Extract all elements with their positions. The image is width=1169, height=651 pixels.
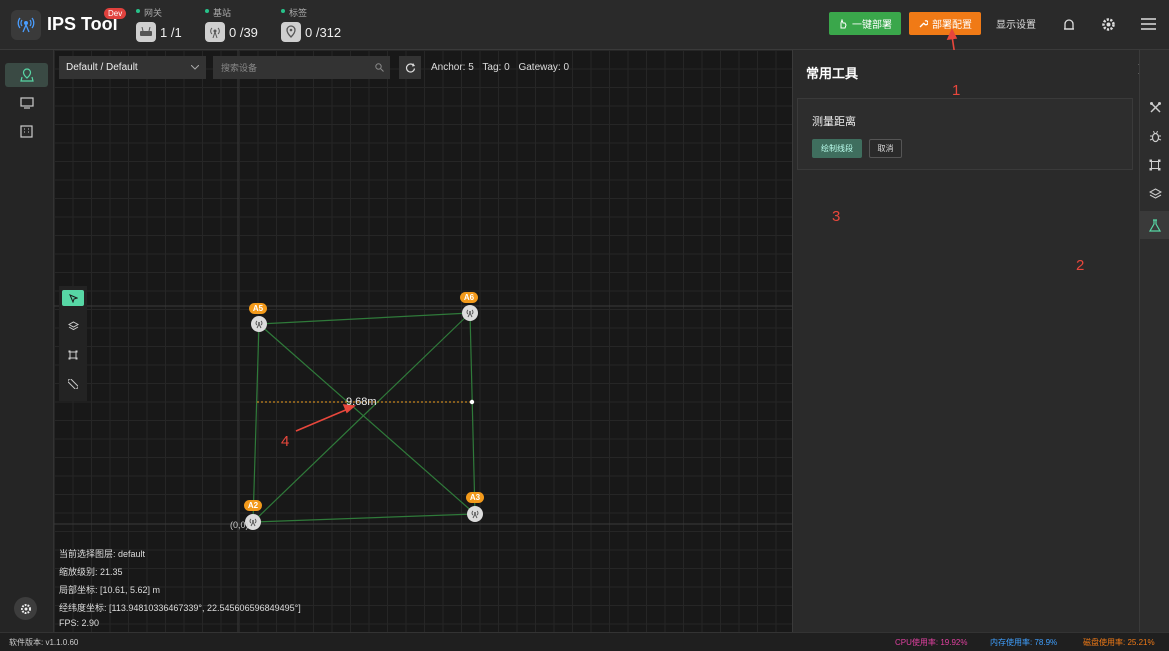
- status-bar: 软件版本: v1.1.0.60 CPU使用率: 19.92% 内存使用率: 78…: [0, 632, 1169, 651]
- anchor-links: [252, 312, 476, 523]
- tab-layers[interactable]: [1147, 186, 1163, 202]
- layers-icon: [1148, 188, 1162, 199]
- info-geo-coords: 经纬度坐标: [113.94810336467339°, 22.54560659…: [59, 603, 301, 613]
- anchor-badge-a2: A2: [244, 500, 262, 511]
- cursor-icon: [68, 293, 78, 303]
- refresh-icon: [405, 63, 415, 73]
- tab-debug[interactable]: [1147, 128, 1163, 144]
- info-fps: FPS: 2.90: [59, 618, 100, 628]
- anchor-badge-a3: A3: [466, 492, 484, 503]
- refresh-button[interactable]: [399, 56, 421, 79]
- annotation-3: 3: [832, 208, 841, 225]
- tools-icon: [1149, 101, 1161, 113]
- tab-lab[interactable]: [1147, 217, 1163, 233]
- measure-distance-card: [797, 98, 1133, 170]
- info-zoom: 缩放级别: 21.35: [59, 567, 123, 577]
- measure-card-title: 测量距离: [812, 116, 856, 128]
- anchor-count: Anchor: 5: [431, 62, 474, 73]
- layer-select-value: Default / Default: [66, 62, 138, 73]
- annotation-2: 2: [1076, 257, 1085, 274]
- ruler-tool[interactable]: [62, 376, 84, 392]
- measure-endpoint: [469, 399, 475, 405]
- anchor-a5-icon[interactable]: [251, 316, 267, 332]
- origin-label: (0,0): [230, 520, 249, 530]
- info-layer: 当前选择图层: default: [59, 549, 146, 559]
- ruler-icon: [68, 379, 78, 389]
- device-search-placeholder: 搜索设备: [221, 63, 258, 73]
- measure-distance-label: 9.68m: [346, 396, 377, 408]
- tag-count: Tag: 0: [482, 62, 510, 73]
- disk-usage: 磁盘使用率: 25.21%: [1083, 638, 1155, 647]
- frame-icon: [68, 350, 78, 360]
- memory-usage: 内存使用率: 78.9%: [990, 638, 1058, 647]
- gateway-count: Gateway: 0: [518, 62, 570, 73]
- select-tool[interactable]: [62, 290, 84, 306]
- layers-icon: [67, 321, 79, 331]
- frame-icon: [1149, 159, 1161, 171]
- tab-tools[interactable]: [1147, 99, 1163, 115]
- map-floating-tools: [59, 286, 87, 401]
- device-counts: Anchor: 5 Tag: 0 Gateway: 0: [431, 62, 575, 73]
- chevron-down-icon: [191, 65, 199, 70]
- search-icon: [375, 63, 384, 72]
- panel-title: 常用工具: [806, 66, 859, 81]
- tab-frame[interactable]: [1147, 157, 1163, 173]
- annotation-1: 1: [952, 82, 961, 99]
- anchor-badge-a6: A6: [460, 292, 478, 303]
- device-search-input[interactable]: 搜索设备: [213, 56, 390, 79]
- info-local-coords: 局部坐标: [10.61, 5.62] m: [59, 585, 161, 595]
- frame-tool[interactable]: [62, 347, 84, 363]
- anchor-a6-icon[interactable]: [462, 305, 478, 321]
- cpu-usage: CPU使用率: 19.92%: [895, 638, 968, 647]
- draw-segment-button[interactable]: 绘制线段: [812, 139, 862, 158]
- flask-icon: [1149, 218, 1161, 232]
- annotation-4: 4: [281, 433, 290, 450]
- software-version: 软件版本: v1.1.0.60: [9, 638, 79, 647]
- layer-select[interactable]: Default / Default: [59, 56, 206, 79]
- layers-tool[interactable]: [62, 318, 84, 334]
- anchor-a3-icon[interactable]: [467, 506, 483, 522]
- cancel-button[interactable]: 取消: [869, 139, 902, 158]
- anchor-badge-a5: A5: [249, 303, 267, 314]
- bug-icon: [1149, 130, 1161, 142]
